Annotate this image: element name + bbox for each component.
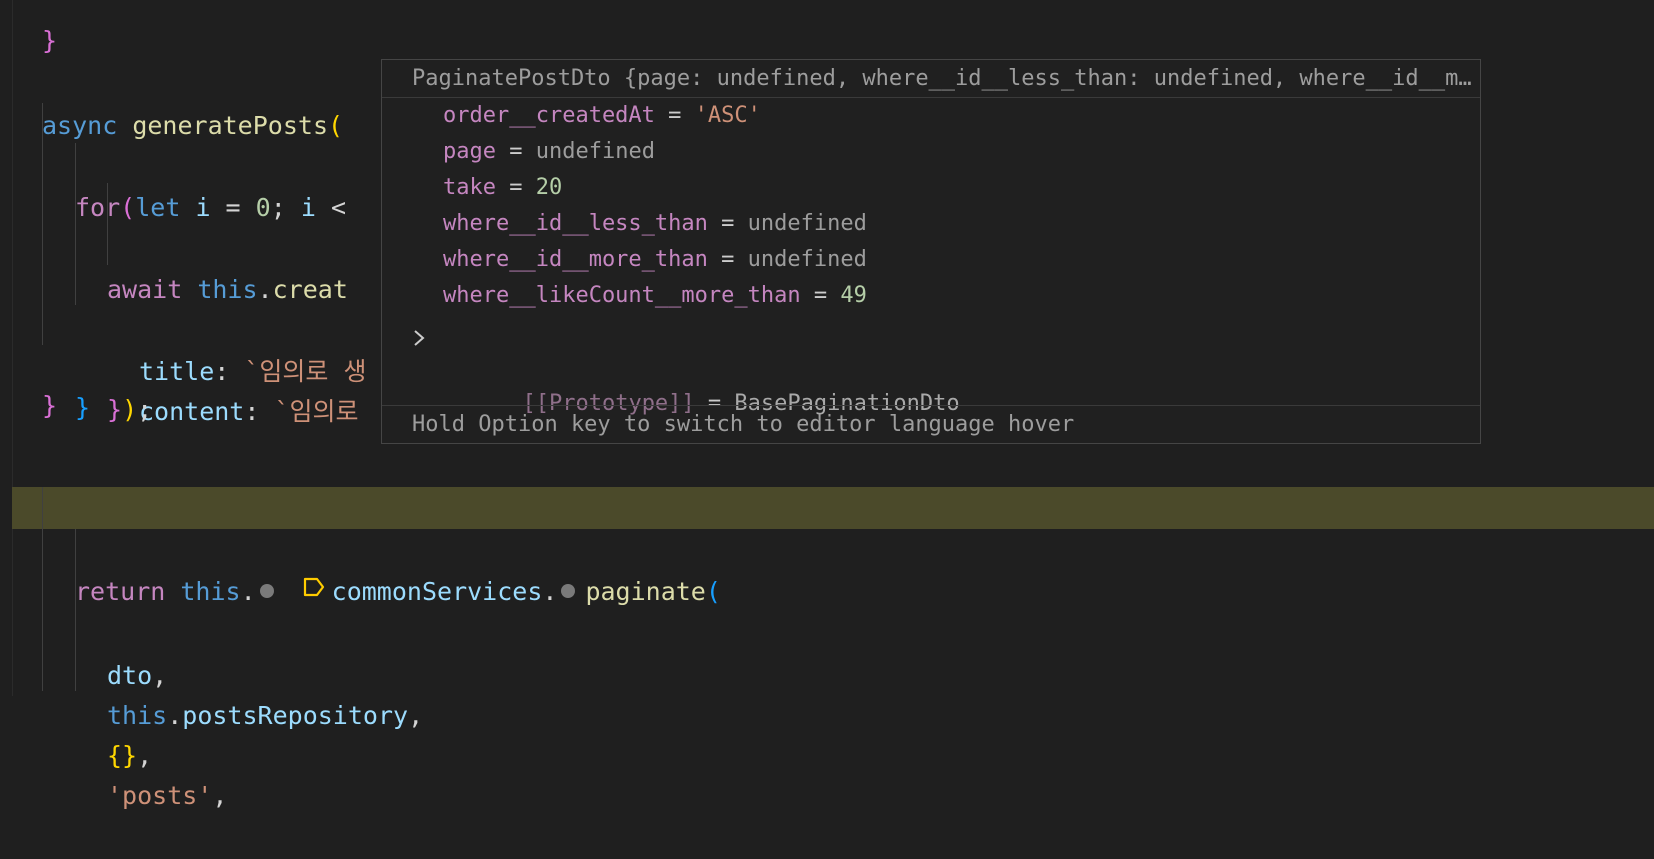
variable-name: page [443,139,496,164]
indent-guide [75,143,76,185]
current-execution-line[interactable]: return this. commonServices. paginate( [12,487,1654,606]
hover-header[interactable]: PaginatePostDto {page: undefined, where_… [382,60,1480,98]
indent-guide [42,143,43,185]
keyword-this: this [107,701,168,730]
paren: ) [122,395,138,424]
variable-name: take [443,175,496,200]
indent-guide [75,649,76,691]
variable-value: undefined [747,211,867,236]
hover-footer-hint: Hold Option key to switch to editor lang… [382,405,1480,443]
code-line[interactable]: 'posts', [0,649,1654,810]
indent-guide [75,263,76,305]
member-postsRepository: postsRepository [182,701,409,730]
equals: = [800,283,841,308]
brace: } [107,395,123,424]
hover-variable-row[interactable]: where__likeCount__more_than = 49 [382,278,1480,314]
hover-variable-row[interactable]: where__id__less_than = undefined [382,206,1480,242]
code-line[interactable]: } [0,0,1654,55]
indent-guide [42,649,43,691]
indent-guide [42,263,43,305]
comma: , [408,701,424,730]
variable-name: where__id__less_than [443,211,708,236]
variable-value: undefined [535,139,655,164]
indent-guide [42,303,43,345]
hover-variable-row[interactable]: where__id__more_than = undefined [382,242,1480,278]
dot: . [167,701,183,730]
hover-prototype-row[interactable]: [[Prototype]] = BasePaginationDto [382,314,1480,416]
code-line[interactable]: {}, [0,609,1654,770]
variable-value: 20 [535,175,563,200]
indent-guide [75,529,76,571]
string-literal: 'posts' [107,781,213,810]
code-line[interactable]: async paginatePosts(dto: PaginatePostDto… [0,445,1654,522]
hover-variable-row[interactable]: take = 20 [382,170,1480,206]
indent-guide [75,609,76,651]
property-content: content [139,397,245,426]
debug-hover-popup[interactable]: PaginatePostDto {page: undefined, where_… [381,59,1481,444]
string-literal: `임의로 [274,397,359,426]
variable-value: 49 [840,283,867,308]
variable-value: 'ASC' [694,103,761,128]
colon: : [244,397,275,426]
indent-guide [42,569,43,611]
indent-guide [75,569,76,611]
indent-guide [42,529,43,571]
comma: , [137,741,153,770]
indent-guide [75,183,76,225]
brace: } [42,391,58,420]
hover-variable-row[interactable]: page = undefined [382,134,1480,170]
variable-value: undefined [747,247,867,272]
indent-guide [75,223,76,265]
variable-name: where__id__more_than [443,247,708,272]
indent-guide [42,487,43,529]
equals: = [495,175,536,200]
indent-guide [107,223,108,265]
semicolon: ; [137,395,153,424]
object-literal: {} [107,741,138,770]
hover-variable-row[interactable]: order__createdAt = 'ASC' [382,98,1480,134]
equals: = [707,247,748,272]
variable-name: where__likeCount__more_than [443,283,801,308]
variable-name: order__createdAt [443,103,655,128]
indent-guide [42,103,43,145]
equals: = [654,103,695,128]
expand-chevron-icon[interactable] [412,323,426,359]
comma: , [212,781,228,810]
code-line[interactable]: dto, [0,529,1654,690]
indent-guide [42,609,43,651]
indent-guide [42,183,43,225]
hover-variable-list: order__createdAt = 'ASC' page = undefine… [382,98,1480,416]
indent-guide [107,183,108,225]
equals: = [707,211,748,236]
closing-brace: } [42,26,58,55]
code-line[interactable]: this.postsRepository, [0,569,1654,730]
equals: = [495,139,536,164]
brace: } [75,393,91,422]
indent-guide [42,223,43,265]
